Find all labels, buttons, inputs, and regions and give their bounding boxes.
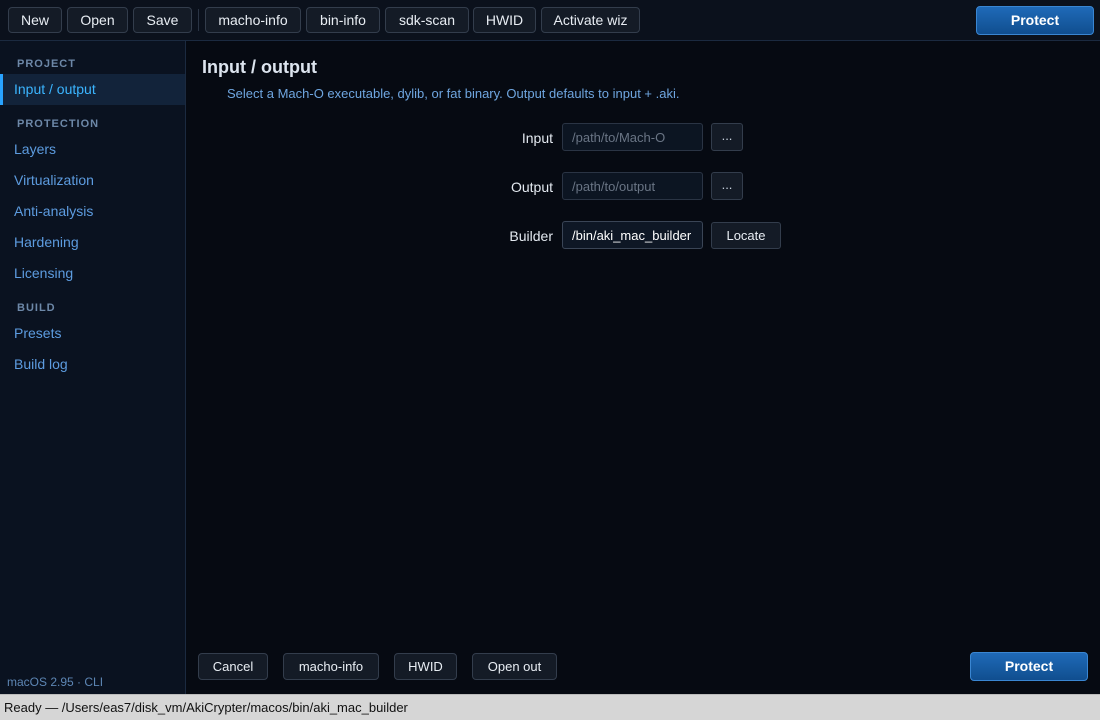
sidebar-item-anti-analysis[interactable]: Anti-analysis — [0, 196, 185, 227]
input-browse-button[interactable]: ... — [711, 123, 743, 151]
top-toolbar: New Open Save macho-info bin-info sdk-sc… — [0, 0, 1100, 41]
bin-info-button[interactable]: bin-info — [306, 7, 380, 33]
save-button[interactable]: Save — [133, 7, 192, 33]
version-label: macOS 2.95 · CLI — [7, 675, 104, 689]
section-label-protection: PROTECTION — [17, 118, 100, 130]
activate-wiz-button[interactable]: Activate wiz — [541, 7, 640, 33]
sidebar-item-input-output[interactable]: Input / output — [0, 74, 185, 105]
open-button[interactable]: Open — [67, 7, 128, 33]
sidebar-item-licensing[interactable]: Licensing — [0, 258, 185, 289]
status-bar: Ready — /Users/eas7/disk_vm/AkiCrypter/m… — [0, 694, 1100, 720]
builder-path-field[interactable] — [562, 221, 703, 249]
protect-button-top[interactable]: Protect — [976, 6, 1094, 35]
hwid-button[interactable]: HWID — [473, 7, 536, 33]
sidebar-item-layers[interactable]: Layers — [0, 134, 185, 165]
locate-button[interactable]: Locate — [711, 222, 781, 249]
sidebar-item-presets[interactable]: Presets — [0, 318, 185, 349]
output-path-field[interactable] — [562, 172, 703, 200]
input-label: Input — [521, 130, 553, 146]
section-label-build: BUILD — [17, 302, 56, 314]
input-path-field[interactable] — [562, 123, 703, 151]
macho-info-button[interactable]: macho-info — [205, 7, 301, 33]
sidebar-item-build-log[interactable]: Build log — [0, 349, 185, 380]
sidebar: PROJECT Input / output PROTECTION Layers… — [0, 41, 186, 694]
section-label-project: PROJECT — [17, 58, 76, 70]
open-out-button[interactable]: Open out — [472, 653, 557, 680]
cancel-button[interactable]: Cancel — [198, 653, 268, 680]
sidebar-item-virtualization[interactable]: Virtualization — [0, 165, 185, 196]
sidebar-item-hardening[interactable]: Hardening — [0, 227, 185, 258]
main-panel: Input / output Select a Mach-O executabl… — [186, 41, 1100, 694]
footer-macho-info-button[interactable]: macho-info — [283, 653, 379, 680]
footer-hwid-button[interactable]: HWID — [394, 653, 457, 680]
sdk-scan-button[interactable]: sdk-scan — [385, 7, 469, 33]
protect-button-bottom[interactable]: Protect — [970, 652, 1088, 681]
builder-label: Builder — [509, 228, 553, 244]
toolbar-divider — [198, 9, 199, 31]
page-description: Select a Mach-O executable, dylib, or fa… — [227, 86, 680, 101]
output-label: Output — [510, 179, 553, 195]
page-title: Input / output — [202, 57, 317, 77]
output-browse-button[interactable]: ... — [711, 172, 743, 200]
new-button[interactable]: New — [8, 7, 62, 33]
